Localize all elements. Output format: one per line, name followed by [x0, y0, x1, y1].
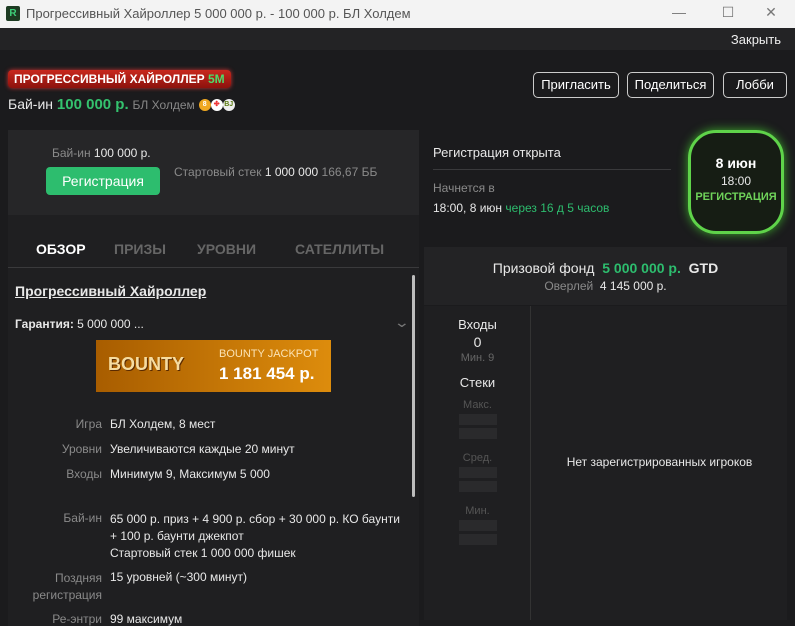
top-bar: Закрыть: [0, 28, 795, 50]
buyin-label: Бай-ин: [8, 96, 54, 112]
stack-max: Макс.: [424, 399, 531, 439]
buyin-value: 100 000 р.: [56, 96, 129, 113]
guarantee-value: 5 000 000 ...: [77, 317, 144, 331]
levels-value: Увеличиваются каждые 20 минут: [110, 442, 295, 456]
jackpot-label: BOUNTY JACKPOT: [219, 348, 319, 360]
entries-value: Минимум 9, Максимум 5 000: [110, 467, 270, 481]
guarantee-label: Гарантия:: [15, 317, 74, 331]
app-logo-icon: R: [6, 6, 20, 21]
starts-value: 18:00, 8 июн: [433, 201, 503, 215]
tab-prizes[interactable]: ПРИЗЫ: [114, 241, 166, 257]
buyin-detail-label: Бай-ин: [63, 511, 102, 525]
header-buyin: Бай-ин 100 000 р. БЛ Холдем 8 ✤ BJ: [8, 96, 235, 113]
start-badge: 8 июн 18:00 РЕГИСТРАЦИЯ: [688, 130, 784, 234]
lobby-button[interactable]: Лобби: [723, 72, 787, 98]
overlay: Оверлей 4 145 000 р.: [424, 279, 787, 293]
late-reg-value: 15 уровней (~300 минут): [110, 570, 248, 584]
register-button[interactable]: Регистрация: [46, 167, 160, 195]
entries-stat-label: Входы: [458, 317, 497, 332]
knockout-icon: ✤: [210, 99, 223, 112]
bounty-jackpot-icon: BJ: [222, 99, 235, 112]
gtd-label: GTD: [688, 260, 719, 276]
levels-label: Уровни: [61, 442, 102, 456]
banner-text: ПРОГРЕССИВНЫЙ ХАЙРОЛЛЕР: [14, 72, 205, 86]
prize-pool-panel: Призовой фонд 5 000 000 р. GTD Оверлей 4…: [424, 247, 787, 305]
stack-bb: 166,67 ББ: [321, 165, 378, 179]
late-reg-label-line: регистрация: [32, 588, 102, 602]
card-buyin-value: 100 000 р.: [93, 146, 151, 160]
reentry-label: Ре-энтри: [52, 612, 102, 626]
stack-avg-label: Сред.: [462, 452, 493, 464]
stack-label: Стартовый стек: [174, 165, 262, 179]
badge-time: 18:00: [720, 174, 752, 188]
prize-pool: Призовой фонд 5 000 000 р. GTD: [424, 260, 787, 276]
tournament-title-link[interactable]: Прогрессивный Хайроллер: [15, 283, 206, 299]
divider: [433, 169, 671, 170]
guarantee: Гарантия: 5 000 000 ...: [15, 317, 144, 331]
tab-satellites[interactable]: САТЕЛЛИТЫ: [295, 241, 384, 257]
stacks-label: Стеки: [459, 375, 496, 390]
badge-date: 8 июн: [715, 155, 757, 171]
close-icon[interactable]: ✕: [756, 4, 786, 21]
card-buyin: Бай-ин 100 000 р.: [52, 146, 151, 160]
buyin-line: + 100 р. баунти джекпот: [110, 529, 244, 543]
share-button[interactable]: Поделиться: [627, 72, 714, 98]
minimize-icon[interactable]: —: [664, 4, 694, 20]
window-title: Прогрессивный Хайроллер 5 000 000 р. - 1…: [26, 6, 411, 21]
stack-avg: Сред.: [424, 452, 531, 492]
stack-value: 1 000 000: [264, 165, 319, 179]
bounty-jackpot-banner: BOUNTY BOUNTY JACKPOT 1 181 454 р.: [96, 340, 331, 392]
tournament-banner: ПРОГРЕССИВНЫЙ ХАЙРОЛЛЕР 5M: [8, 70, 231, 88]
game-value: БЛ Холдем, 8 мест: [110, 417, 216, 431]
close-link[interactable]: Закрыть: [731, 32, 781, 47]
entries-min: Мин. 9: [460, 352, 495, 364]
scrollbar[interactable]: [412, 275, 415, 497]
countdown: через 16 д 5 часов: [505, 201, 610, 215]
overlay-value: 4 145 000 р.: [599, 279, 667, 293]
chevron-down-icon[interactable]: ⌄: [394, 314, 410, 331]
eight-max-icon: 8: [198, 99, 211, 112]
prize-value: 5 000 000 р.: [602, 260, 681, 276]
overlay-label: Оверлей: [544, 279, 594, 293]
registration-status: Регистрация открыта: [433, 145, 561, 160]
banner-accent: 5M: [207, 72, 225, 86]
invite-button[interactable]: Пригласить: [533, 72, 619, 98]
entries-label: Входы: [66, 467, 102, 481]
buyin-line: Стартовый стек 1 000 000 фишек: [110, 546, 296, 560]
buyin-line: 65 000 р. приз + 4 900 р. сбор + 30 000 …: [110, 512, 400, 526]
stack-max-label: Макс.: [463, 399, 492, 411]
stack-min: Мин.: [424, 505, 531, 545]
window-titlebar: R Прогрессивный Хайроллер 5 000 000 р. -…: [0, 0, 795, 28]
jackpot-value: 1 181 454 р.: [219, 364, 315, 383]
reentry-value: 99 максимум: [110, 612, 183, 626]
prize-label: Призовой фонд: [492, 260, 595, 276]
maximize-icon[interactable]: ☐: [713, 4, 743, 21]
game-label: Игра: [75, 417, 102, 431]
starting-stack: Стартовый стек 1 000 000 166,67 ББ: [174, 165, 377, 179]
buyin-detail-value: 65 000 р. приз + 4 900 р. сбор + 30 000 …: [110, 511, 400, 562]
tab-levels[interactable]: УРОВНИ: [197, 241, 256, 257]
late-reg-label: Поздняя регистрация: [12, 570, 102, 604]
tab-overview[interactable]: ОБЗОР: [36, 241, 86, 257]
entries-stat-value: 0: [473, 334, 482, 350]
starts-time: 18:00, 8 июн через 16 д 5 часов: [433, 201, 609, 215]
card-buyin-label: Бай-ин: [52, 146, 91, 160]
stack-min-label: Мин.: [465, 505, 490, 517]
badge-status: РЕГИСТРАЦИЯ: [695, 191, 777, 203]
bounty-logo: BOUNTY: [108, 354, 184, 374]
game-type: БЛ Холдем: [132, 98, 195, 112]
starts-label: Начнется в: [433, 181, 495, 195]
no-players-message: Нет зарегистрированных игроков: [566, 455, 753, 469]
tab-divider: [8, 267, 419, 268]
late-reg-label-line: Поздняя: [54, 571, 102, 585]
